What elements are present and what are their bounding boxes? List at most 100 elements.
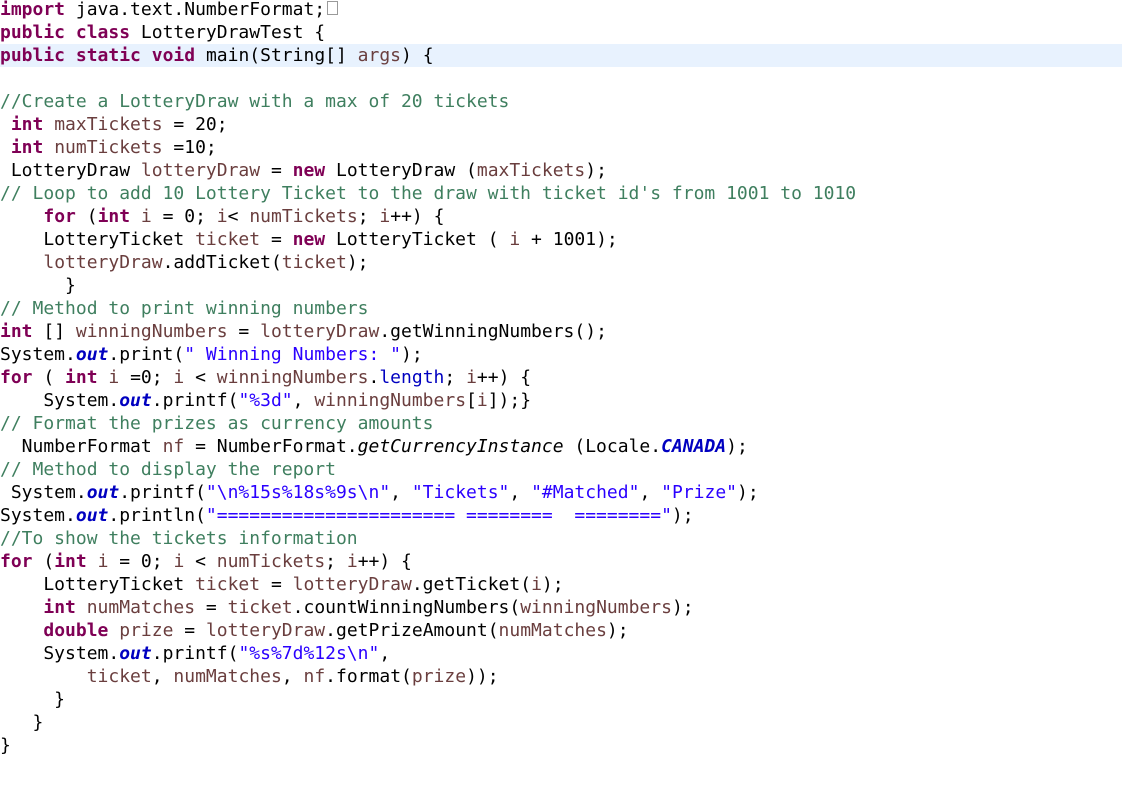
code-text: = NumberFormat.	[184, 436, 358, 457]
code-line[interactable]: LotteryDraw lotteryDraw = new LotteryDra…	[0, 159, 1122, 182]
local-variable: lotteryDraw	[43, 252, 163, 273]
code-text: .countWinningNumbers(	[292, 597, 521, 618]
code-line[interactable]: double prize = lotteryDraw.getPrizeAmoun…	[0, 619, 1122, 642]
code-line[interactable]: }	[0, 274, 1122, 297]
code-text: java.text.NumberFormat;	[65, 0, 326, 20]
local-variable: ticket	[195, 229, 261, 250]
code-line[interactable]: int numTickets =10;	[0, 136, 1122, 159]
local-variable: maxTickets	[476, 160, 586, 181]
static-field: out	[86, 482, 120, 503]
code-line[interactable]: System.out.printf("%3d", winningNumbers[…	[0, 389, 1122, 412]
local-variable: winningNumbers	[75, 321, 228, 342]
string-literal: "\n%15s%18s%9s\n"	[205, 482, 391, 503]
code-text: <	[184, 551, 217, 572]
keyword: int	[43, 597, 76, 618]
code-line[interactable]: int maxTickets = 20;	[0, 113, 1122, 136]
code-line[interactable]: LotteryTicket ticket = new LotteryTicket…	[0, 228, 1122, 251]
code-text: ++) {	[476, 367, 532, 388]
code-line[interactable]: }	[0, 734, 1122, 757]
code-line[interactable]: NumberFormat nf = NumberFormat.getCurren…	[0, 435, 1122, 458]
keyword: public	[0, 45, 66, 66]
code-text: (	[32, 551, 55, 572]
code-line[interactable]: public static void main(String[] args) {	[0, 44, 1122, 67]
code-text: =	[195, 597, 228, 618]
code-line[interactable]: // Loop to add 10 Lottery Ticket to the …	[0, 182, 1122, 205]
code-line[interactable]: LotteryTicket ticket = lotteryDraw.getTi…	[0, 573, 1122, 596]
code-line[interactable]: //To show the tickets information	[0, 527, 1122, 550]
code-line[interactable]: public class LotteryDrawTest {	[0, 21, 1122, 44]
local-variable: ticket	[281, 252, 347, 273]
code-line[interactable]: lotteryDraw.addTicket(ticket);	[0, 251, 1122, 274]
static-field: out	[119, 390, 152, 411]
code-text: );	[671, 597, 694, 618]
local-variable: nf	[162, 436, 185, 457]
code-text: <	[227, 206, 250, 227]
code-line[interactable]: // Format the prizes as currency amounts	[0, 412, 1122, 435]
local-variable: ticket	[227, 597, 293, 618]
code-line[interactable]: // Method to display the report	[0, 458, 1122, 481]
keyword: double	[43, 620, 109, 641]
local-variable: numTickets	[216, 551, 326, 572]
code-text: .println(	[108, 505, 206, 526]
code-text: ;	[357, 206, 380, 227]
code-line[interactable]: }	[0, 688, 1122, 711]
code-line[interactable]: System.out.printf("\n%15s%18s%9s\n", "Ti…	[0, 481, 1122, 504]
local-variable: lotteryDraw	[205, 620, 326, 641]
keyword: int	[0, 321, 33, 342]
code-line[interactable]: System.out.println("====================…	[0, 504, 1122, 527]
code-line[interactable]: System.out.print(" Winning Numbers: ");	[0, 343, 1122, 366]
code-line[interactable]: // Method to print winning numbers	[0, 297, 1122, 320]
code-line[interactable]: for (int i = 0; i< numTickets; i++) {	[0, 205, 1122, 228]
keyword: int	[54, 551, 87, 572]
code-line[interactable]: }	[0, 711, 1122, 734]
code-text: (Locale.	[563, 436, 662, 457]
keyword: for	[43, 206, 76, 227]
code-line[interactable]: //Create a LotteryDraw with a max of 20 …	[0, 90, 1122, 113]
local-variable: maxTickets	[54, 114, 163, 135]
code-text: .format(	[325, 666, 412, 687]
code-text: }	[0, 735, 11, 756]
code-line[interactable]: for ( int i =0; i < winningNumbers.lengt…	[0, 366, 1122, 389]
local-variable: prize	[411, 666, 467, 687]
code-text: .printf(	[151, 390, 239, 411]
local-variable: nf	[303, 666, 326, 687]
code-text: .getWinningNumbers();	[379, 321, 607, 342]
static-field: out	[75, 344, 109, 365]
code-line[interactable]: ticket, numMatches, nf.format(prize));	[0, 665, 1122, 688]
code-line[interactable]: System.out.printf("%s%7d%12s\n",	[0, 642, 1122, 665]
local-variable: i	[466, 367, 477, 388]
string-literal: "#Matched"	[531, 482, 640, 503]
code-line[interactable]: int numMatches = ticket.countWinningNumb…	[0, 596, 1122, 619]
code-text: ++) {	[390, 206, 445, 227]
static-field: out	[75, 505, 109, 526]
code-text: .addTicket(	[162, 252, 282, 273]
code-text: );	[400, 344, 423, 365]
static-field: CANADA	[661, 436, 727, 457]
comment: //Create a LotteryDraw with a max of 20 …	[0, 91, 510, 112]
code-text: main(String[]	[195, 45, 358, 66]
collapsed-imports-icon[interactable]	[327, 1, 339, 15]
local-variable: numTickets	[249, 206, 358, 227]
keyword: for	[0, 551, 33, 572]
code-text: [	[466, 390, 477, 411]
code-text: (	[32, 367, 66, 388]
code-line[interactable]: import java.text.NumberFormat;	[0, 0, 1122, 21]
string-literal: "Tickets"	[411, 482, 510, 503]
comment: // Loop to add 10 Lottery Ticket to the …	[0, 183, 857, 204]
keyword: int	[10, 137, 44, 158]
code-line[interactable]: for (int i = 0; i < numTickets; i++) {	[0, 550, 1122, 573]
code-line[interactable]	[0, 67, 1122, 90]
code-text: ,	[390, 482, 412, 503]
local-variable: lotteryDraw	[260, 321, 380, 342]
code-line[interactable]: int [] winningNumbers = lotteryDraw.getW…	[0, 320, 1122, 343]
local-variable: i	[216, 206, 228, 227]
code-editor[interactable]: import java.text.NumberFormat; public cla…	[0, 0, 1122, 757]
